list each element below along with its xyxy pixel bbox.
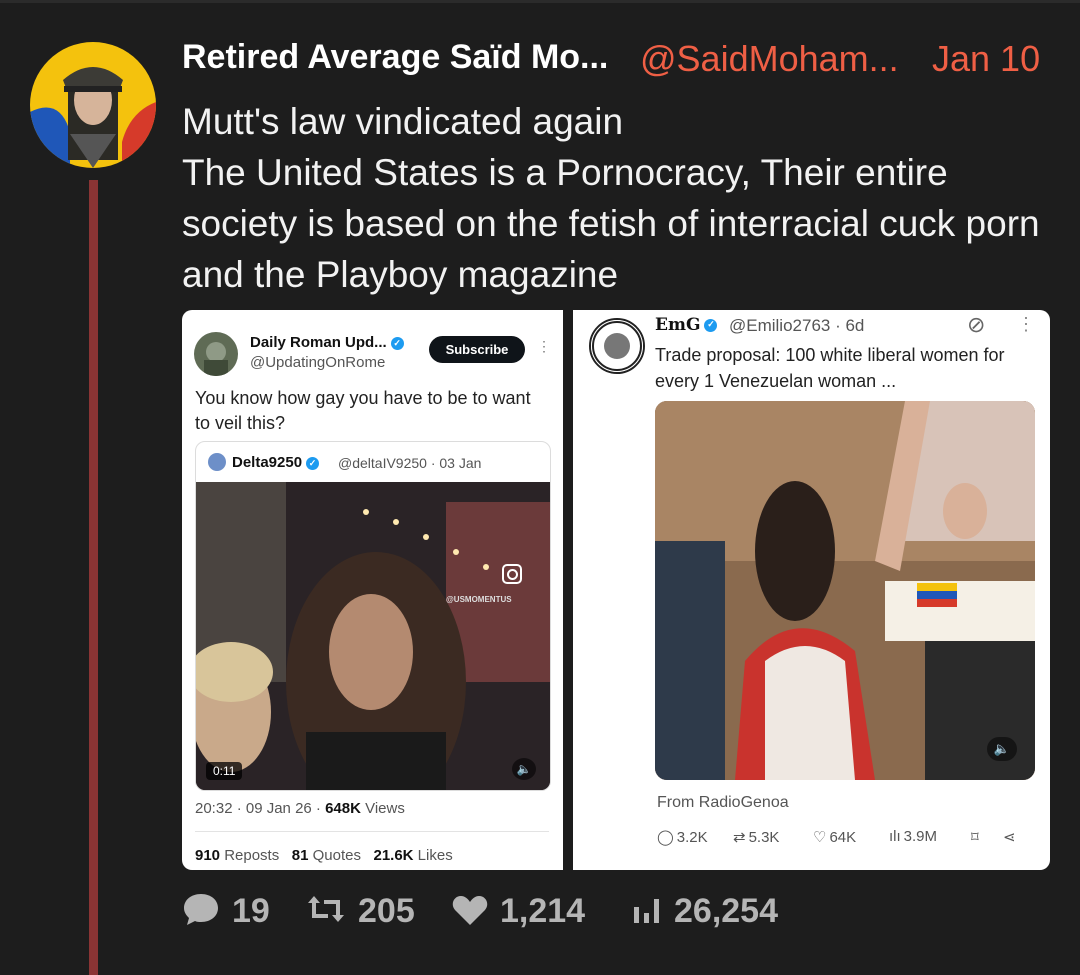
like-icon: ♡ <box>813 829 827 846</box>
embedded-action-bar: ◯ 3.2K ⇄ 5.3K ♡ 64K ılı 3.9M ⌑ ⋖ <box>657 828 1037 850</box>
embedded-views: ılı 3.9M <box>889 828 937 845</box>
post-body: Mutt's law vindicated again The United S… <box>182 96 1042 300</box>
post-action-bar: 19 205 1,214 26,254 <box>182 892 882 936</box>
top-divider <box>0 0 1080 3</box>
embedded-replies-count: 3.2K <box>676 829 708 846</box>
embedded-quotes-label: Quotes <box>308 847 361 864</box>
repost-count: 205 <box>358 892 415 930</box>
quoted-avatar <box>208 453 226 471</box>
share-icon: ⋖ <box>1003 829 1016 846</box>
embedded-author-name-text: Daily Roman Upd... <box>250 334 387 351</box>
views-count: 26,254 <box>674 892 778 930</box>
more-icon: ⋮ <box>1017 314 1035 334</box>
embedded-like: ♡ 64K <box>813 828 856 846</box>
video-source: From RadioGenoa <box>657 794 789 811</box>
divider <box>195 831 549 832</box>
volume-icon: 🔈 <box>987 737 1017 761</box>
post-header: Retired Average Saïd Mo... @SaidMoham...… <box>182 38 1062 82</box>
reply-button[interactable]: 19 <box>182 892 270 931</box>
embedded-tweet-text: Trade proposal: 100 white liberal women … <box>655 345 1005 391</box>
embedded-reposts-label: Reposts <box>220 847 280 864</box>
embedded-reposts-value: 910 <box>195 847 221 864</box>
embedded-author-name: EmG ✓ <box>655 315 718 335</box>
like-icon <box>452 892 488 931</box>
embedded-handle-date: @Emilio2763 · 6d <box>729 316 865 335</box>
quoted-author-name: Delta9250 ✓ <box>232 454 320 471</box>
verified-icon: ✓ <box>306 456 320 470</box>
embedded-reposts-count: 5.3K <box>748 829 780 846</box>
reply-count: 19 <box>232 892 270 930</box>
views-button[interactable]: 26,254 <box>632 892 778 931</box>
embedded-video: 🔈 <box>655 401 1035 780</box>
embedded-repost: ⇄ 5.3K <box>733 828 779 846</box>
embedded-author-name: Daily Roman Upd... ✓ <box>250 334 404 351</box>
reply-icon <box>182 892 220 931</box>
embedded-avatar <box>194 332 238 376</box>
instagram-icon <box>502 564 522 584</box>
embedded-likes-label: Likes <box>413 847 453 864</box>
post-line: Mutt's law vindicated again <box>182 101 624 142</box>
embedded-tweet-text: You know how gay you have to be to want … <box>195 388 531 433</box>
post-line: The United States is a Pornocracy, Their… <box>182 152 1040 295</box>
quoted-author-name-text: Delta9250 <box>232 454 303 471</box>
video-duration: 0:11 <box>206 762 243 780</box>
embedded-image-right[interactable]: EmG ✓ @Emilio2763 · 6d ⊘ ⋮ Trade proposal… <box>573 310 1050 870</box>
like-count: 1,214 <box>500 892 586 930</box>
grok-icon: ⊘ <box>967 312 986 337</box>
embedded-reply: ◯ 3.2K <box>657 828 708 846</box>
more-icon: ⋮ <box>537 338 551 354</box>
verified-icon: ✓ <box>704 319 718 332</box>
repost-icon <box>306 892 346 931</box>
embedded-meta: 20:32 · 09 Jan 26 · 648K Views <box>195 800 405 817</box>
quoted-video: @USMOMENTUS 0:11 🔈 <box>196 482 550 790</box>
author-avatar[interactable] <box>30 42 156 168</box>
embedded-stats: 910 Reposts 81 Quotes 21.6K Likes <box>195 847 453 864</box>
subscribe-button: Subscribe <box>429 336 525 363</box>
embedded-likes-value: 21.6K <box>373 847 414 864</box>
quoted-tweet: Delta9250 ✓ @deltaIV9250 · 03 Jan @USMOME… <box>195 441 551 791</box>
thread-line <box>89 180 98 975</box>
quoted-handle-date: @deltaIV9250 · 03 Jan <box>338 455 482 471</box>
author-handle[interactable]: @SaidMoham... <box>640 38 899 80</box>
views-icon: ılı <box>889 828 901 845</box>
embedded-quotes-value: 81 <box>291 847 309 864</box>
embedded-likes-count: 64K <box>829 829 857 846</box>
embedded-timestamp: 20:32 · 09 Jan 26 · <box>195 800 326 817</box>
reply-icon: ◯ <box>657 829 674 846</box>
embedded-author-name-text: EmG <box>655 315 701 335</box>
repost-button[interactable]: 205 <box>306 892 415 931</box>
post-date[interactable]: Jan 10 <box>932 38 1040 80</box>
repost-icon: ⇄ <box>733 829 746 846</box>
embedded-handle: @UpdatingOnRome <box>250 354 386 371</box>
embedded-views-label: Views <box>360 800 405 817</box>
bookmark-icon: ⌑ <box>971 829 979 846</box>
author-name[interactable]: Retired Average Saïd Mo... <box>182 38 608 77</box>
embedded-image-left[interactable]: Daily Roman Upd... ✓ @UpdatingOnRome Subs… <box>182 310 563 870</box>
embedded-avatar <box>589 318 645 374</box>
views-icon <box>632 892 662 931</box>
volume-icon: 🔈 <box>512 758 536 780</box>
verified-icon: ✓ <box>390 336 404 350</box>
embedded-views-value: 648K <box>325 800 361 817</box>
like-button[interactable]: 1,214 <box>452 892 585 931</box>
video-watermark: @USMOMENTUS <box>446 595 512 604</box>
embedded-views-count: 3.9M <box>903 828 938 845</box>
